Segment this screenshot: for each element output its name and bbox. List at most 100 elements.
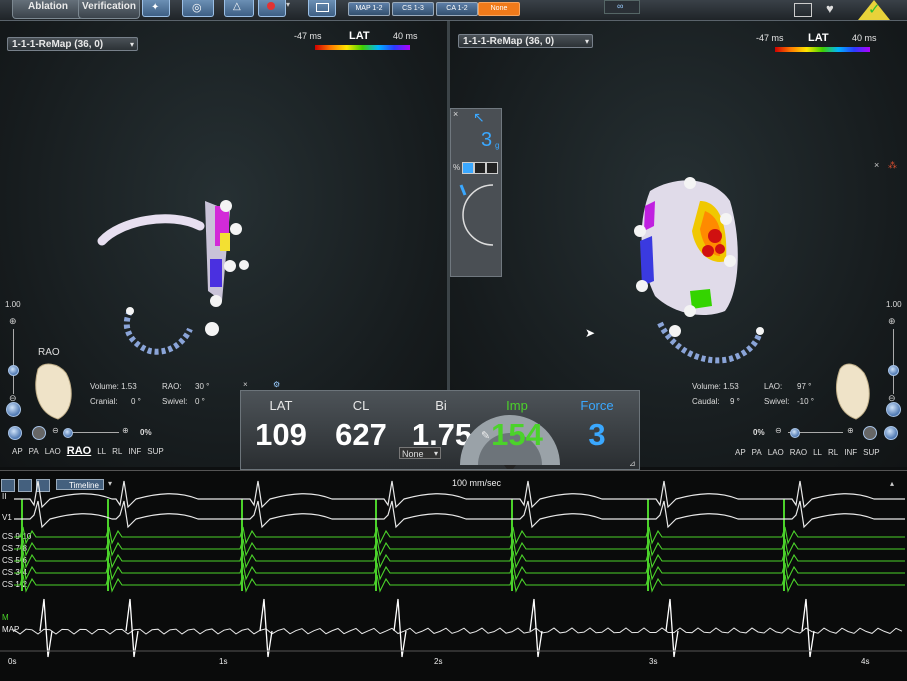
ecg-map-spike	[665, 598, 679, 658]
chevron-down-icon[interactable]: ▾	[286, 0, 290, 9]
view-rao[interactable]: RAO	[790, 448, 807, 457]
view-rl[interactable]: RL	[828, 448, 838, 457]
left-zoom-value: 1.00	[5, 300, 21, 309]
toolbar-record-button[interactable]	[258, 0, 286, 17]
view-pa[interactable]: PA	[752, 448, 762, 457]
left-angle1-label: RAO:	[162, 382, 182, 391]
right-zoom-track[interactable]	[893, 329, 894, 394]
view-sup[interactable]: SUP	[863, 448, 879, 457]
resize-grip-icon[interactable]: ⊿	[629, 459, 636, 468]
left-zoom-thumb[interactable]	[8, 365, 19, 376]
toolbar-shape-button[interactable]: △	[224, 0, 254, 17]
opacity-plus-icon[interactable]: ⊕	[847, 426, 854, 435]
panel-settings-icon[interactable]: ⚙	[273, 380, 280, 389]
right-volume: Volume: 1.53	[692, 382, 739, 391]
opacity-plus-icon[interactable]: ⊕	[122, 426, 129, 435]
toolbar-target-button[interactable]: ◎	[182, 0, 214, 17]
force-float-panel[interactable]: × ↖ 3 g %	[450, 108, 502, 277]
opacity-minus-icon[interactable]: ⊖	[52, 426, 59, 435]
force-label: Force	[580, 398, 614, 413]
float-box-1[interactable]	[462, 162, 474, 174]
left-view-nav: AP PA LAO RAO LL RL INF SUP	[12, 445, 170, 457]
monitor-icon[interactable]	[794, 3, 812, 17]
left-rotate-button[interactable]	[8, 426, 22, 440]
left-heart-orientation-icon	[35, 363, 72, 420]
ecg-strip[interactable]: Timeline ▾ 100 mm/sec ▴ II V1 CS 9-10 CS…	[0, 470, 907, 681]
ecg-trace-cs-2	[14, 550, 905, 569]
view-inf[interactable]: INF	[844, 448, 857, 457]
float-close-icon[interactable]: ×	[453, 109, 458, 119]
left-zoom-track[interactable]	[13, 329, 14, 394]
view-lao[interactable]: LAO	[45, 447, 61, 456]
right-opacity-value: 0%	[753, 428, 765, 437]
ablation-metrics-panel: × ⚙ LAT 109 CL 627 Bi 1.75 None ▾ Imp 15…	[240, 380, 640, 470]
force-arc-gauge	[459, 184, 494, 246]
view-ll[interactable]: LL	[813, 448, 822, 457]
force-value: 3	[588, 417, 606, 452]
tab-verification[interactable]: Verification	[78, 0, 140, 19]
toolbar-link-button[interactable]: ∞	[604, 0, 640, 14]
right-reset-view-button[interactable]	[886, 402, 901, 417]
view-ap[interactable]: AP	[735, 448, 746, 457]
toolbar-window-button[interactable]	[308, 0, 336, 17]
left-angle1-value: 30 °	[195, 382, 210, 391]
toolbar-settings-button[interactable]: ✦	[142, 0, 170, 17]
float-box-3[interactable]	[486, 162, 498, 174]
catheter-icon: ✎	[481, 430, 491, 442]
right-angle1-label: LAO:	[764, 382, 783, 391]
right-lat-colorbar	[775, 47, 870, 52]
none-select[interactable]: None ▾	[399, 447, 441, 459]
ecg-map-spike	[801, 598, 815, 658]
right-map-selector[interactable]: 1-1-1-ReMap (36, 0) ▾	[458, 34, 593, 48]
left-reset-view-button[interactable]	[6, 402, 21, 417]
left-map-selector-label: 1-1-1-ReMap (36, 0)	[12, 39, 104, 50]
grid-icon[interactable]: ⁂	[888, 160, 897, 171]
lat-value: 109	[255, 417, 307, 452]
right-rotate-button[interactable]	[884, 426, 898, 440]
ca-1-2-button[interactable]: CA 1-2	[436, 2, 478, 16]
view-rl[interactable]: RL	[112, 447, 122, 456]
checkmark-icon[interactable]: ✓	[868, 0, 881, 18]
time-tick-1s: 1s	[219, 657, 228, 666]
link-icon: ∞	[617, 1, 624, 11]
left-opacity-thumb[interactable]	[63, 428, 73, 438]
ecg-trace-cs-3	[14, 562, 905, 581]
view-sup[interactable]: SUP	[147, 447, 163, 456]
right-lat-title: LAT	[808, 32, 829, 44]
left-catheter-model	[97, 200, 249, 355]
ecg-trace-cs-1	[14, 538, 905, 557]
panel-close-icon[interactable]: ×	[243, 380, 248, 389]
close-icon[interactable]: ×	[874, 160, 879, 170]
cl-value: 627	[335, 417, 387, 452]
left-opacity-icon[interactable]	[32, 426, 46, 440]
target-icon: ◎	[192, 2, 202, 14]
right-opacity-icon[interactable]	[863, 426, 877, 440]
view-inf[interactable]: INF	[128, 447, 141, 456]
view-lao[interactable]: LAO	[768, 448, 784, 457]
ecg-trace-cs-0	[14, 526, 905, 545]
arrow-up-left-icon: ↖	[473, 109, 485, 125]
cs-1-3-button[interactable]: CS 1-3	[392, 2, 434, 16]
window-icon	[316, 3, 329, 12]
right-angle1-value: 97 °	[797, 382, 812, 391]
tab-ablation[interactable]: Ablation	[12, 0, 84, 19]
right-opacity-thumb[interactable]	[790, 428, 800, 438]
view-ap[interactable]: AP	[12, 447, 23, 456]
float-value: 3	[481, 129, 493, 151]
heart-icon[interactable]: ♥	[826, 1, 834, 16]
map-1-2-button[interactable]: MAP 1-2	[348, 2, 390, 16]
none-button[interactable]: None	[478, 2, 520, 16]
zoom-in-icon[interactable]: ⊕	[888, 316, 896, 327]
right-catheter-model	[657, 321, 764, 364]
zoom-in-icon[interactable]: ⊕	[9, 316, 17, 327]
ecg-trace-v1	[14, 500, 905, 529]
opacity-minus-icon[interactable]: ⊖	[775, 426, 782, 435]
left-map-selector[interactable]: 1-1-1-ReMap (36, 0) ▾	[7, 37, 138, 51]
float-box-2[interactable]	[474, 162, 486, 174]
triangle-icon: △	[233, 1, 241, 12]
right-zoom-thumb[interactable]	[888, 365, 899, 376]
view-ll[interactable]: LL	[97, 447, 106, 456]
view-rao-selected[interactable]: RAO	[67, 445, 91, 457]
view-pa[interactable]: PA	[29, 447, 39, 456]
right-zoom-value: 1.00	[886, 300, 902, 309]
